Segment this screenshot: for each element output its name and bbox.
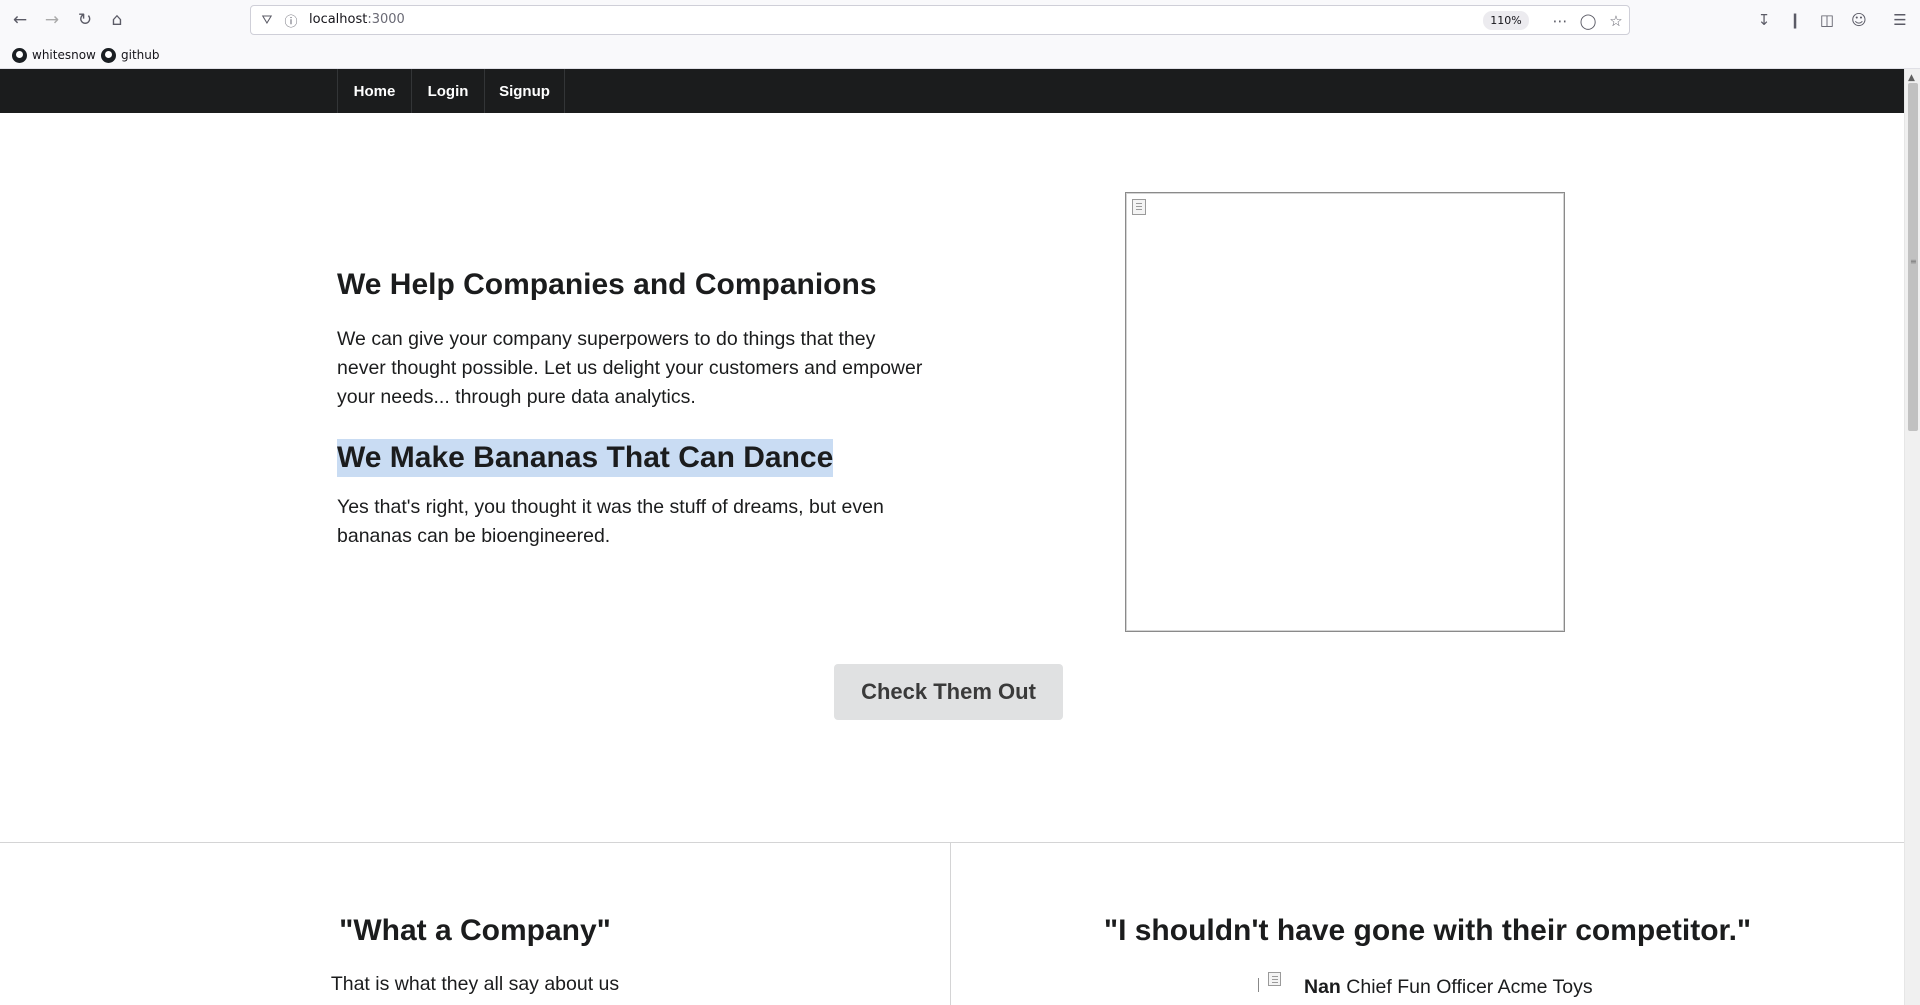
page-viewport: Home Login Signup We Help Companies and … — [0, 69, 1904, 1005]
hero-paragraph-1: We can give your company superpowers to … — [337, 325, 957, 412]
testimonial-left-subtext: That is what they all say about us — [330, 973, 620, 995]
back-arrow-icon[interactable]: ← — [8, 8, 32, 32]
check-them-out-button[interactable]: Check Them Out — [834, 664, 1063, 720]
bookmark-label: github — [121, 48, 160, 62]
author-title: Chief Fun Officer Acme Toys — [1346, 976, 1593, 998]
reload-icon[interactable]: ↻ — [73, 8, 97, 32]
info-icon[interactable]: ⓘ — [283, 12, 299, 30]
forward-arrow-icon[interactable]: → — [40, 8, 64, 32]
section-divider — [0, 842, 1904, 843]
bookmark-github[interactable]: github — [101, 45, 159, 65]
testimonial-left-quote: "What a Company" — [339, 914, 611, 947]
zoom-badge[interactable]: 110% — [1483, 11, 1529, 30]
hero-image — [1125, 192, 1565, 632]
author-name: Nan — [1304, 976, 1341, 998]
pocket-icon[interactable]: ◯ — [1577, 10, 1599, 32]
paragraph-line: Yes that's right, you thought it was the… — [337, 496, 884, 518]
bookmark-label: whitesnow — [32, 48, 96, 62]
menu-item-home[interactable]: Home — [337, 69, 412, 113]
downloads-icon[interactable]: ↧ — [1752, 8, 1776, 32]
bookmark-whitesnow[interactable]: whitesnow — [12, 45, 96, 65]
testimonial-author: Nan Chief Fun Officer Acme Toys — [1304, 973, 1593, 1002]
hero-heading-2: We Make Bananas That Can Dance — [337, 439, 834, 477]
top-menu: Home Login Signup — [0, 69, 1904, 113]
paragraph-line: bananas can be bioengineered. — [337, 525, 611, 547]
app-menu-icon[interactable]: ☰ — [1888, 8, 1912, 32]
account-icon[interactable]: ☺ — [1847, 8, 1871, 32]
library-icon[interactable]: ❙ — [1783, 8, 1807, 32]
broken-image-icon — [1132, 199, 1146, 215]
scroll-up-arrow-icon[interactable]: ▲ — [1908, 73, 1915, 83]
avatar — [1258, 970, 1298, 998]
bookmark-star-icon[interactable]: ☆ — [1605, 10, 1627, 32]
paragraph-line: We can give your company superpowers to … — [337, 328, 876, 350]
menu-item-login[interactable]: Login — [412, 69, 485, 113]
paragraph-line: never thought possible. Let us delight y… — [337, 357, 923, 379]
bookmarks-bar: whitesnow github — [0, 40, 1920, 69]
broken-image-icon — [1268, 972, 1281, 986]
sidebar-icon[interactable]: ◫ — [1815, 8, 1839, 32]
scrollbar-grip-icon: ≡ — [1910, 257, 1917, 266]
avatar-edge — [1258, 978, 1260, 992]
home-icon[interactable]: ⌂ — [105, 8, 129, 32]
hero-heading-1: We Help Companies and Companions — [337, 268, 877, 301]
paragraph-line: your needs... through pure data analytic… — [337, 386, 696, 408]
hero-paragraph-2: Yes that's right, you thought it was the… — [337, 493, 957, 551]
testimonial-right-quote: "I shouldn't have gone with their compet… — [1103, 914, 1752, 947]
shield-icon[interactable]: ⛛ — [259, 12, 275, 28]
menu-item-signup[interactable]: Signup — [485, 69, 565, 113]
github-icon — [101, 47, 116, 63]
url-text[interactable]: localhost:3000 — [309, 12, 405, 27]
more-actions-icon[interactable]: ⋯ — [1549, 10, 1571, 32]
vertical-scrollbar[interactable]: ▲ ≡ — [1904, 69, 1920, 1005]
browser-toolbar: ← → ↻ ⌂ ⛛ ⓘ localhost:3000 110% ⋯ ◯ ☆ ↧ … — [0, 0, 1920, 40]
url-port: :3000 — [367, 12, 405, 27]
url-host: localhost — [309, 12, 368, 27]
address-bar[interactable]: ⛛ ⓘ localhost:3000 110% ⋯ ◯ ☆ — [250, 5, 1630, 35]
github-icon — [12, 47, 27, 63]
